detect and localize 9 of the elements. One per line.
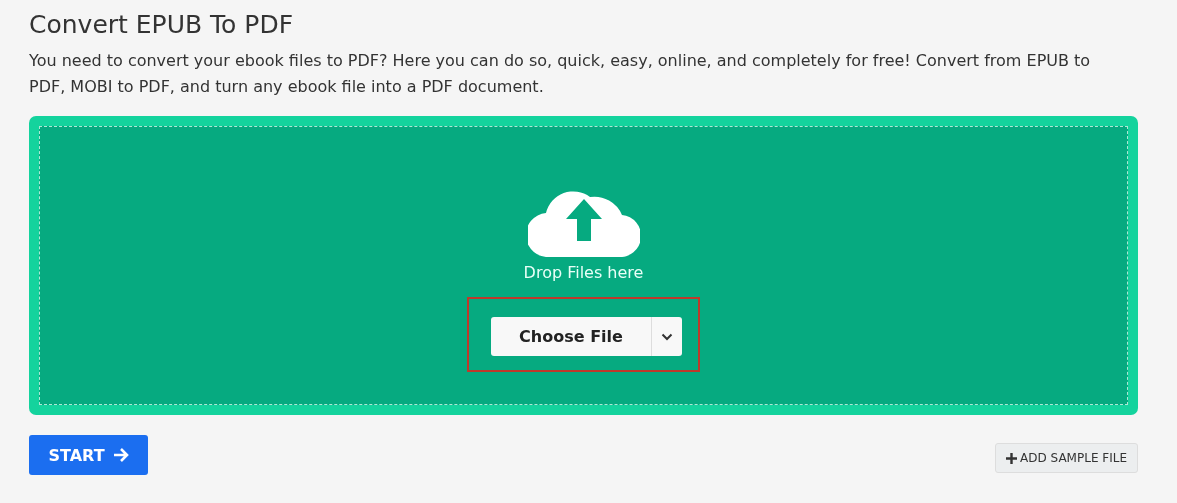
plus-icon: [1006, 452, 1018, 464]
page-title: Convert EPUB To PDF: [29, 9, 295, 41]
caret-icon: [661, 332, 673, 341]
add-sample-button[interactable]: ADD SAMPLE FILE: [995, 443, 1138, 473]
start-button[interactable]: START: [29, 435, 148, 475]
dropzone[interactable]: Drop Files here Choose File: [29, 116, 1138, 415]
drop-hint: Drop Files here: [523, 263, 644, 282]
arrow-right-icon: [112, 448, 129, 462]
description: You need to convert your ebook files to PDF? Here you can do so, quick, easy, online, and completely for free! Convert from EPUB to PDF, MOBI to PDF, and turn any ebook file into a PDF document.: [29, 50, 1092, 98]
